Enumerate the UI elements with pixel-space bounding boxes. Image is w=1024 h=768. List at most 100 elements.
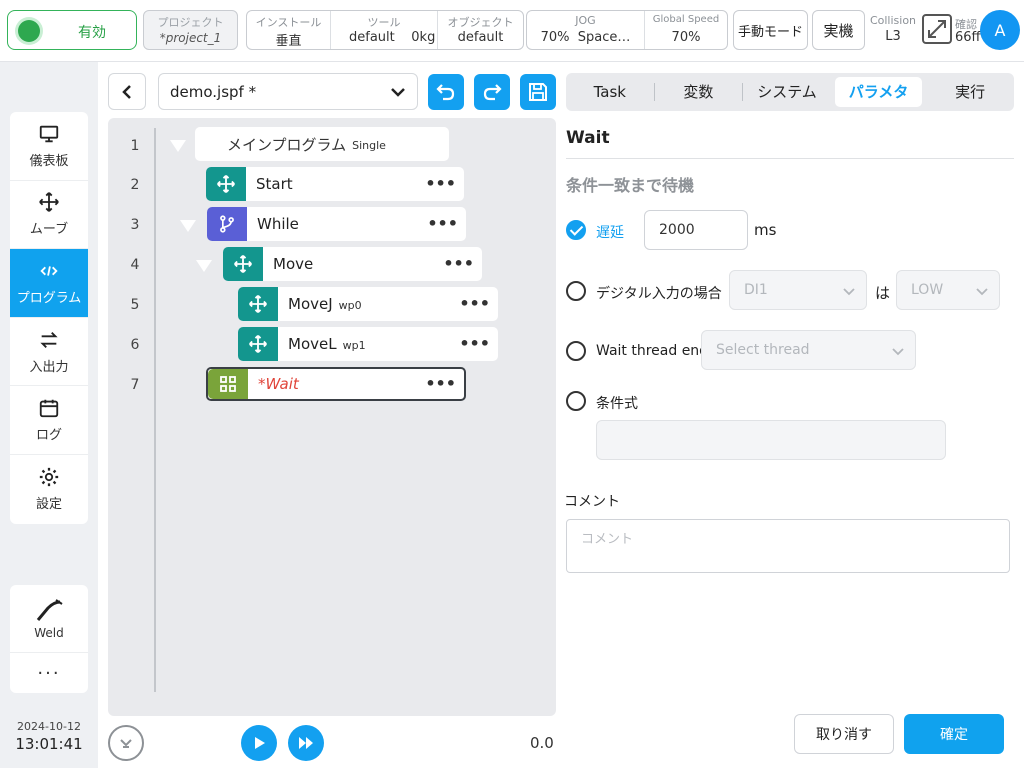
redo-icon bbox=[483, 84, 502, 101]
thread-select[interactable]: Select thread bbox=[701, 330, 916, 370]
node-name: メインプログラム bbox=[227, 135, 347, 154]
digital-input-select[interactable]: DI1 bbox=[729, 270, 867, 310]
jog-percent: 70% bbox=[540, 30, 570, 45]
confirm-button[interactable]: 確定 bbox=[904, 714, 1004, 754]
project-info[interactable]: プロジェクト *project_1 bbox=[143, 10, 238, 50]
tab-parameters[interactable]: パラメタ bbox=[834, 77, 923, 107]
step-forward-button[interactable] bbox=[288, 725, 324, 761]
sidebar-item-label: ログ bbox=[35, 428, 62, 444]
comment-textarea[interactable]: コメント bbox=[566, 519, 1010, 573]
confirm-value: 66ff bbox=[955, 30, 981, 45]
sidebar-item-weld[interactable]: Weld bbox=[10, 585, 88, 653]
cancel-button[interactable]: 取り消す bbox=[794, 714, 894, 754]
scroll-down-button[interactable] bbox=[108, 725, 144, 761]
tab-run[interactable]: 実行 bbox=[926, 77, 1014, 107]
chevron-down-icon bbox=[976, 288, 988, 296]
jog-speed-group[interactable]: JOG 70% Space… Global Speed 70% bbox=[526, 10, 728, 50]
object-value: default bbox=[457, 30, 504, 45]
sidebar-item-label: 設定 bbox=[35, 497, 62, 513]
sidebar-item-dashboard[interactable]: 儀表板 bbox=[10, 112, 88, 181]
expression-radio[interactable] bbox=[566, 391, 586, 411]
delay-radio[interactable] bbox=[566, 220, 586, 240]
expand-icon[interactable] bbox=[922, 14, 952, 44]
weld-label: Weld bbox=[34, 625, 64, 640]
collapse-triangle-icon[interactable] bbox=[170, 140, 186, 152]
jog-value: 70% Space… bbox=[527, 30, 644, 45]
digital-input-value: DI1 bbox=[744, 282, 768, 298]
node-name: MoveL bbox=[288, 335, 337, 353]
confirm-info[interactable]: 確認 66ff bbox=[922, 14, 981, 48]
tab-system[interactable]: システム bbox=[743, 77, 831, 107]
calendar-icon bbox=[39, 399, 59, 418]
tab-variables[interactable]: 変数 bbox=[655, 77, 743, 107]
more-button[interactable]: ··· bbox=[10, 653, 88, 693]
tab-task[interactable]: Task bbox=[566, 77, 654, 107]
file-select[interactable]: demo.jspf * bbox=[158, 73, 418, 110]
sidebar-item-label: 儀表板 bbox=[29, 153, 69, 169]
sidebar-item-settings[interactable]: 設定 bbox=[10, 455, 88, 524]
redo-button[interactable] bbox=[474, 74, 510, 110]
chevron-left-icon bbox=[122, 84, 131, 99]
collapse-triangle-icon[interactable] bbox=[196, 260, 212, 272]
main-panel: demo.jspf * 1 2 3 4 5 6 7 メインプログラム Singl… bbox=[98, 62, 1024, 768]
real-machine-button[interactable]: 実機 bbox=[812, 10, 865, 50]
grid-icon bbox=[208, 369, 248, 399]
tree-node-wait[interactable]: *Wait ••• bbox=[206, 367, 466, 401]
enable-status-toggle[interactable]: 有効 bbox=[7, 10, 137, 50]
tree-guide-line bbox=[154, 128, 156, 692]
object-label: オブジェクト bbox=[447, 16, 514, 29]
tree-node-move[interactable]: Move ••• bbox=[223, 247, 482, 281]
sidebar-item-log[interactable]: ログ bbox=[10, 386, 88, 455]
expression-label: 条件式 bbox=[596, 396, 638, 412]
node-menu-button[interactable]: ••• bbox=[425, 374, 456, 393]
fast-forward-icon bbox=[299, 737, 313, 749]
sidebar-item-io[interactable]: 入出力 bbox=[10, 318, 88, 387]
speed-readout: 0.0 bbox=[530, 734, 554, 752]
node-sub: wp1 bbox=[342, 339, 366, 352]
back-button[interactable] bbox=[108, 73, 146, 110]
play-button[interactable] bbox=[241, 725, 277, 761]
move-icon bbox=[223, 247, 263, 281]
tree-node-movej[interactable]: MoveJ wp0 ••• bbox=[238, 287, 498, 321]
undo-button[interactable] bbox=[428, 74, 464, 110]
node-menu-button[interactable]: ••• bbox=[443, 254, 474, 273]
sidebar-item-label: プログラム bbox=[16, 290, 82, 306]
expression-input[interactable] bbox=[596, 420, 946, 460]
node-menu-button[interactable]: ••• bbox=[459, 294, 490, 313]
tree-node-start[interactable]: Start ••• bbox=[206, 167, 464, 201]
tool-name: default bbox=[349, 30, 395, 45]
divider bbox=[566, 158, 1014, 159]
object-cell: オブジェクト default bbox=[438, 11, 523, 49]
chevron-down-icon bbox=[892, 348, 904, 356]
collision-level[interactable]: Collision L3 bbox=[868, 14, 918, 44]
line-number: 6 bbox=[130, 337, 140, 353]
jog-label: JOG bbox=[575, 14, 596, 27]
delay-input[interactable]: 2000 bbox=[644, 210, 748, 250]
wait-thread-radio[interactable] bbox=[566, 341, 586, 361]
node-menu-button[interactable]: ••• bbox=[459, 334, 490, 353]
move-icon bbox=[238, 327, 278, 361]
avatar[interactable]: A bbox=[980, 10, 1020, 50]
play-icon bbox=[255, 737, 265, 749]
tree-node-main[interactable]: メインプログラム Single bbox=[195, 127, 449, 161]
node-name: Start bbox=[256, 175, 293, 193]
clock-time: 13:01:41 bbox=[15, 735, 83, 753]
collision-label: Collision bbox=[869, 14, 917, 27]
move-icon bbox=[206, 167, 246, 201]
node-name: While bbox=[257, 215, 299, 233]
sidebar-extensions: Weld ··· bbox=[10, 585, 88, 693]
digital-input-radio[interactable] bbox=[566, 281, 586, 301]
install-tool-object-group[interactable]: インストール 垂直 ツール default 0kg オブジェクト default bbox=[246, 10, 524, 50]
save-button[interactable] bbox=[520, 74, 556, 110]
digital-level-select[interactable]: LOW bbox=[896, 270, 1000, 310]
sidebar-item-program[interactable]: プログラム bbox=[10, 249, 88, 318]
node-menu-button[interactable]: ••• bbox=[425, 174, 456, 193]
sidebar-item-label: 入出力 bbox=[29, 359, 69, 375]
collapse-triangle-icon[interactable] bbox=[180, 220, 196, 232]
manual-mode-button[interactable]: 手動モード bbox=[733, 10, 808, 50]
tree-node-movel[interactable]: MoveL wp1 ••• bbox=[238, 327, 498, 361]
node-menu-button[interactable]: ••• bbox=[427, 214, 458, 233]
sidebar-item-move[interactable]: ムーブ bbox=[10, 181, 88, 250]
tool-weight: 0kg bbox=[411, 30, 436, 45]
tree-node-while[interactable]: While ••• bbox=[207, 207, 466, 241]
